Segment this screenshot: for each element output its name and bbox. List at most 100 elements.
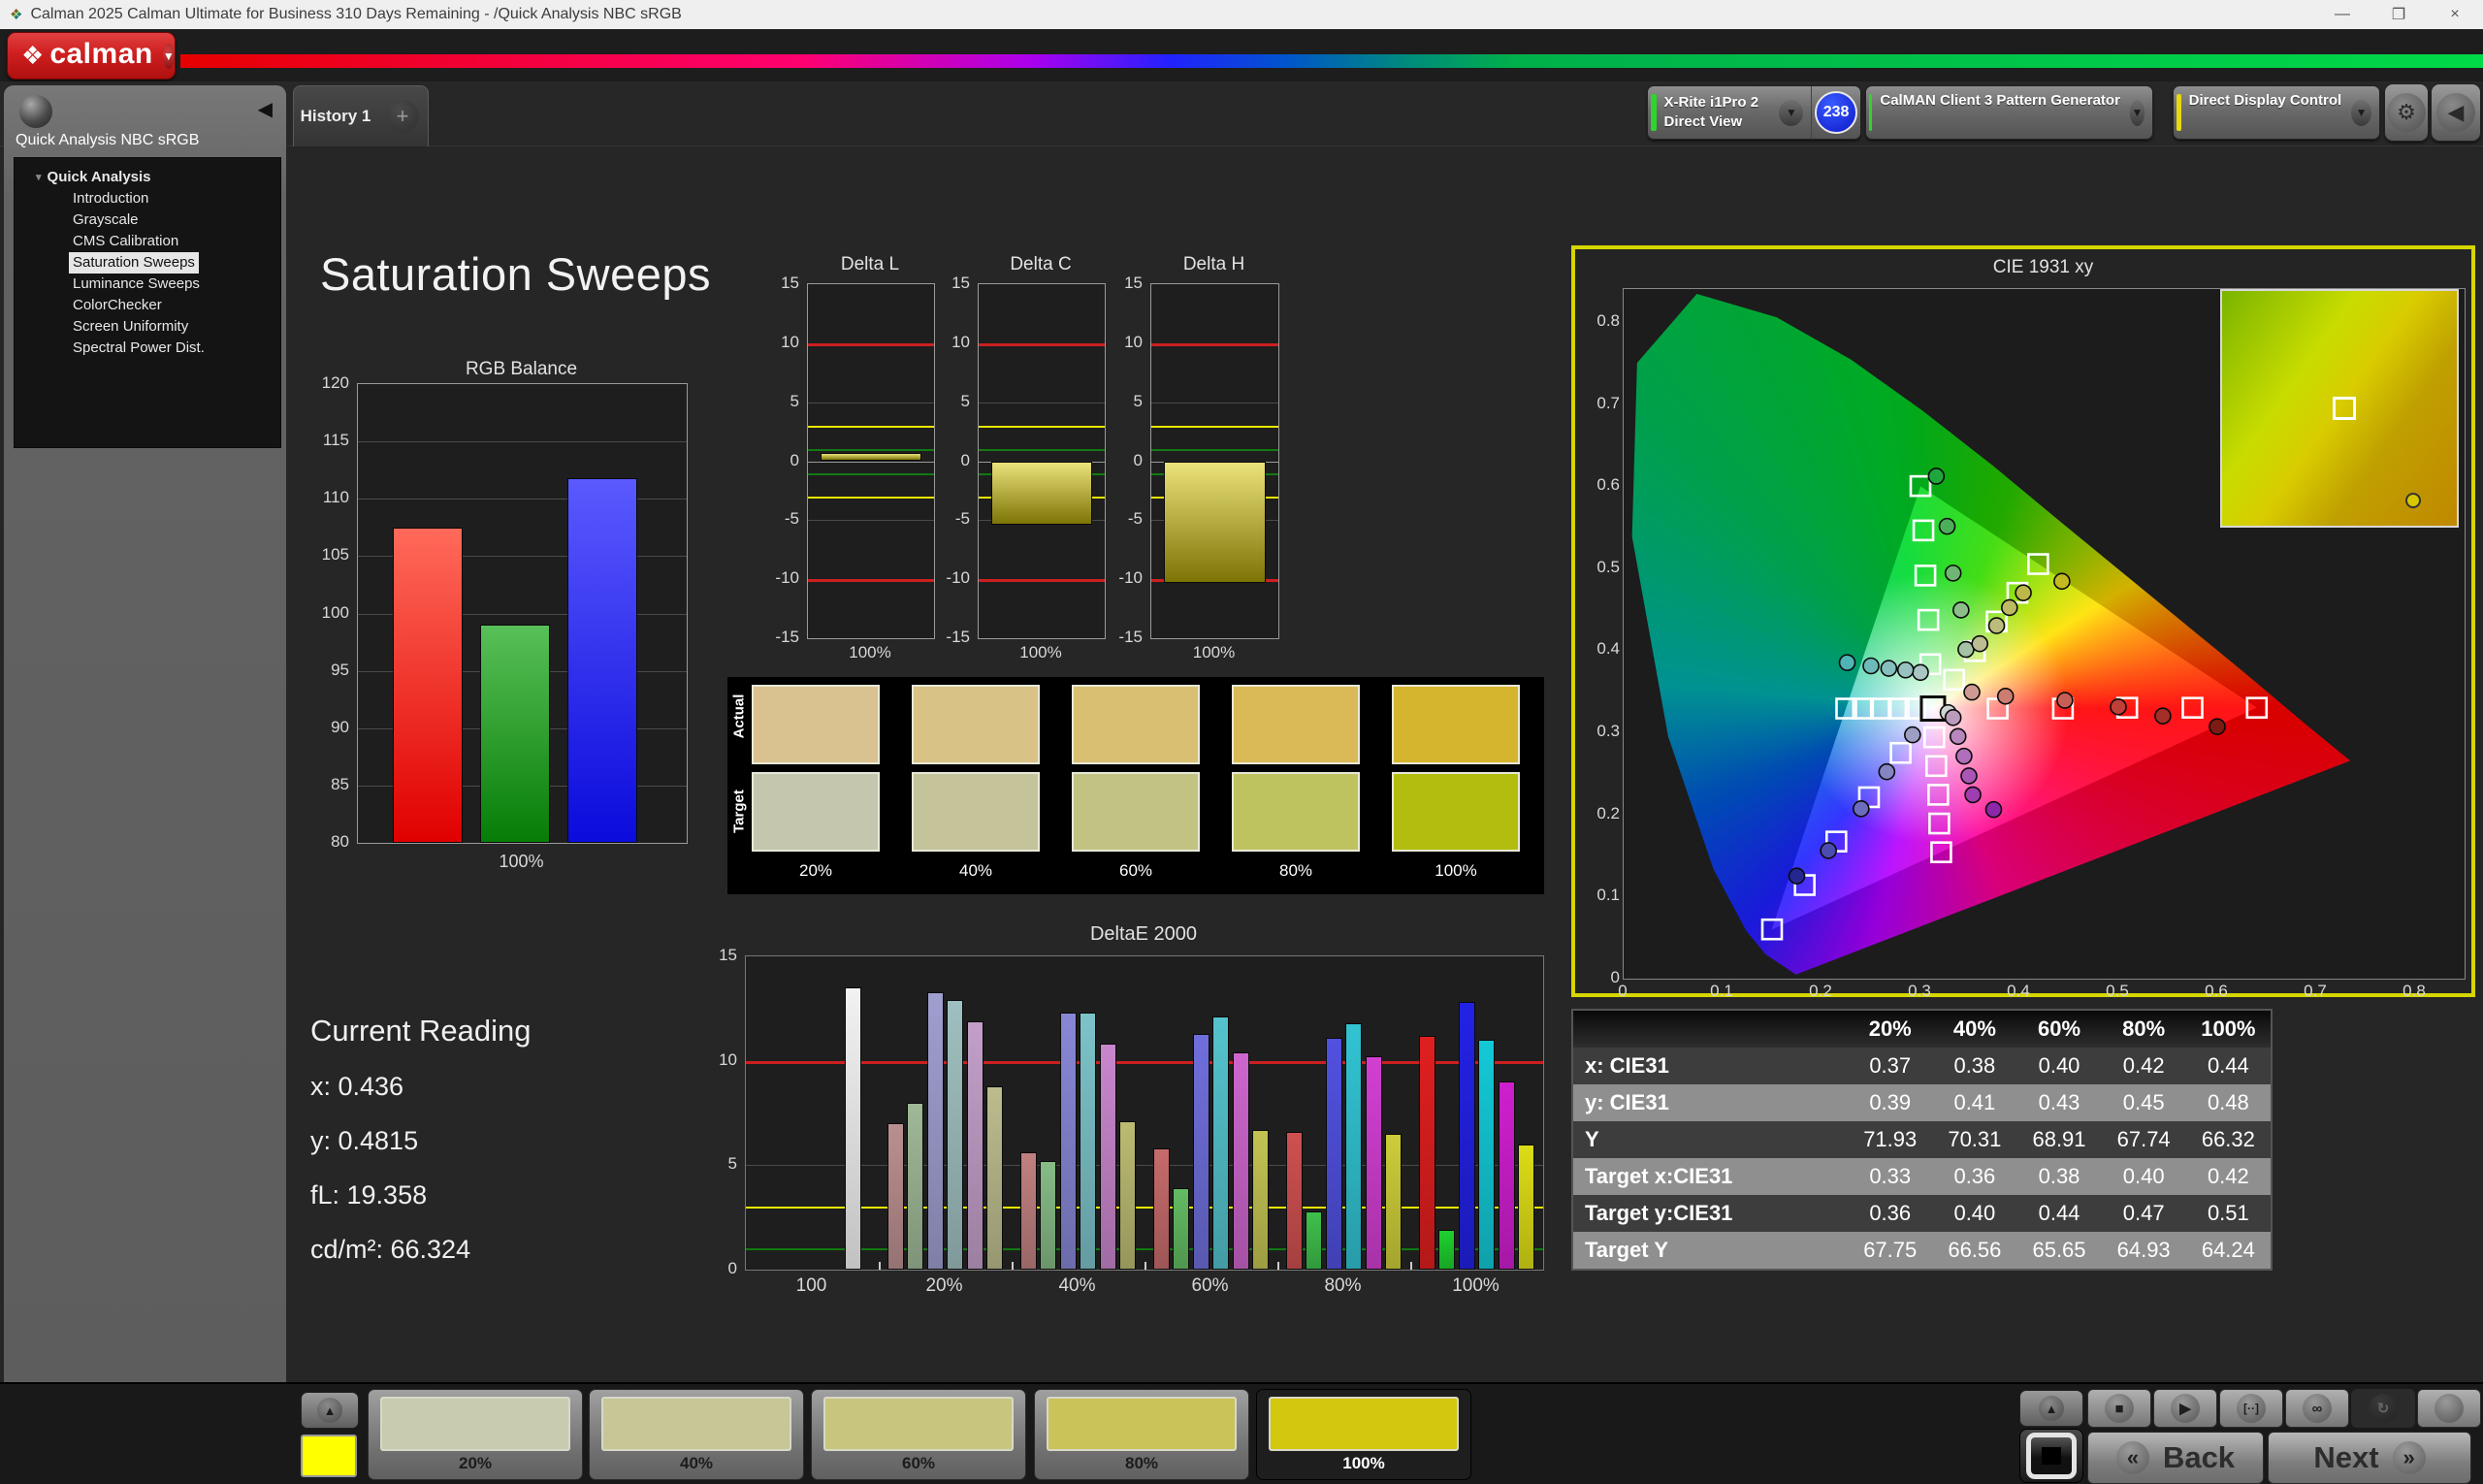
deltae-bar [1192,1033,1209,1270]
pattern-button-80%[interactable]: 80% [1034,1389,1249,1480]
target-square-magenta [1922,726,1946,749]
pattern-button-40%[interactable]: 40% [589,1389,804,1480]
back-label: Back [2162,1440,2236,1474]
cell-value: 0.40 [2122,1164,2165,1188]
measurement-dot-blue [1853,799,1870,818]
target-square-red [2181,696,2204,719]
pattern-swatch [380,1397,570,1451]
stop-button[interactable]: ■ [2087,1389,2151,1428]
control-panel-expand-button[interactable]: ▲ [2019,1390,2083,1427]
extra-button[interactable] [2417,1389,2481,1428]
calman-diamond-icon: ❖ [21,41,45,70]
column-header: 20% [1868,1016,1912,1041]
pattern-button-60%[interactable]: 60% [811,1389,1026,1480]
cell-value: 0.45 [2122,1090,2165,1114]
sidebar-item-spectral-power-dist-[interactable]: Spectral Power Dist. [15,338,280,359]
pattern-button-20%[interactable]: 20% [368,1389,583,1480]
target-swatch-80% [1232,772,1360,852]
measurement-dot-cyan [1896,661,1915,679]
display-control-dropdown[interactable]: Direct Display Control ▼ [2173,85,2380,140]
collapse-panel-button[interactable]: ◀ [2431,83,2481,142]
delta-l-title: Delta L [840,254,900,274]
meter-device-dropdown[interactable]: X-Rite i1Pro 2 Direct View ▼ 238 [1647,85,1861,140]
table-row: Target y:CIE31 0.36 0.40 0.44 0.47 0.51 [1572,1195,2272,1232]
back-button[interactable]: « Back [2087,1432,2264,1484]
pattern-label: 60% [901,1454,936,1472]
sidebar-item-saturation-sweeps[interactable]: Saturation Sweeps [69,252,199,274]
deltae-bar [1385,1134,1403,1270]
close-button[interactable]: × [2427,0,2483,29]
sidebar-item-colorchecker[interactable]: ColorChecker [15,295,280,316]
deltae-group-label: 80% [1324,1275,1362,1296]
cie-1931-panel[interactable]: CIE 1931 xy 0 0.1 0.2 0.3 0.4 0.5 0.6 0.7 0.8 0 0.… [1571,245,2475,1000]
read-series-button[interactable]: [··] [2219,1389,2283,1428]
chevron-down-icon[interactable]: ▼ [162,43,175,69]
sidebar-item-luminance-sweeps[interactable]: Luminance Sweeps [15,274,280,295]
restore-button[interactable]: ❐ [2370,0,2427,29]
cie-zoom-inset [2220,289,2459,528]
workflow-orb-icon[interactable] [19,95,52,128]
sidebar-item-introduction[interactable]: Introduction [15,188,280,210]
continuous-read-button[interactable]: ∞ [2285,1389,2349,1428]
tick-label: 0.1 [1596,886,1620,905]
add-tab-button[interactable]: + [377,85,429,146]
target-square-magenta [1925,755,1948,778]
tick-label: 0 [790,450,799,469]
cell-value: 0.36 [1869,1201,1912,1225]
deltae-bar [966,1020,984,1270]
deltae-bar [1080,1013,1097,1270]
target-square-green [1917,608,1940,631]
sidebar-item-grayscale[interactable]: Grayscale [15,210,280,231]
tab-history-1[interactable]: History 1 [293,85,378,146]
pattern-generator-dropdown[interactable]: CalMAN Client 3 Pattern Generator ▼ [1865,85,2153,140]
next-button[interactable]: Next » [2268,1432,2471,1484]
target-swatch-60% [1072,772,1200,852]
target-square-yellow [2027,553,2049,575]
deltae-bar [1438,1230,1456,1270]
measurement-dot-red [1963,683,1981,701]
chevron-down-icon[interactable]: ▼ [2129,99,2144,126]
sidebar-item-cms-calibration[interactable]: CMS Calibration [15,231,280,252]
cell-value: 0.40 [1953,1201,1996,1225]
measurement-dot-cyan [1862,657,1880,675]
sidebar-collapse-icon[interactable]: ◀ [258,97,273,121]
deltae-bar [1232,1052,1249,1270]
refresh-icon: ↻ [2369,1394,2398,1423]
deltae-bar [1518,1144,1535,1270]
tick-label: 110 [322,488,349,507]
bottom-bar: ▲ 20% 40% 60% 80% 100% ▲ ■ ▶ [··] ∞ ↻ « Back… [0,1382,2483,1484]
tick-label: 0.8 [2402,982,2426,1000]
tree-root-quick-analysis[interactable]: ▾ Quick Analysis [15,166,280,188]
minimize-button[interactable]: — [2314,0,2370,29]
tick-label: -15 [775,628,799,646]
tick-label: -10 [946,568,970,588]
calman-menu-button[interactable]: ❖ calman ▼ [7,32,176,80]
sidebar-item-screen-uniformity[interactable]: Screen Uniformity [15,316,280,338]
deltae-bar [1099,1044,1116,1270]
meter-badge-section[interactable]: 238 [1811,86,1860,139]
chevron-down-icon[interactable]: ▼ [1779,99,1804,126]
chevron-down-icon[interactable]: ▼ [2351,99,2371,126]
cell-value: 0.40 [2038,1053,2080,1078]
pattern-button-100%[interactable]: 100% [1256,1389,1471,1480]
pattern-window-button[interactable] [2019,1429,2083,1483]
delta-l-chart [807,283,935,639]
settings-button[interactable]: ⚙ [2384,83,2429,142]
tick-label: -5 [1127,509,1143,529]
play-button[interactable]: ▶ [2153,1389,2217,1428]
pattern-label: 20% [458,1454,493,1472]
refresh-button[interactable]: ↻ [2351,1389,2415,1428]
tick-label: 120 [321,373,349,392]
target-square-cyan [1869,697,1892,720]
tick-label: 0.8 [1596,310,1620,330]
cell-value: 0.41 [1953,1090,1996,1114]
tree-expander-icon[interactable]: ▾ [36,171,42,183]
measurement-dot-green [1938,517,1956,535]
pattern-panel-expand-button[interactable]: ▲ [301,1392,359,1429]
workflow-tree: ▾ Quick Analysis Introduction Grayscale CM… [14,157,281,448]
actual-swatch-20% [752,685,880,764]
pattern-label: 80% [1124,1454,1159,1472]
cell-value: 0.47 [2122,1201,2165,1225]
delta-l-xlabel: 100% [849,643,891,661]
deltae-title: DeltaE 2000 [1089,923,1198,945]
